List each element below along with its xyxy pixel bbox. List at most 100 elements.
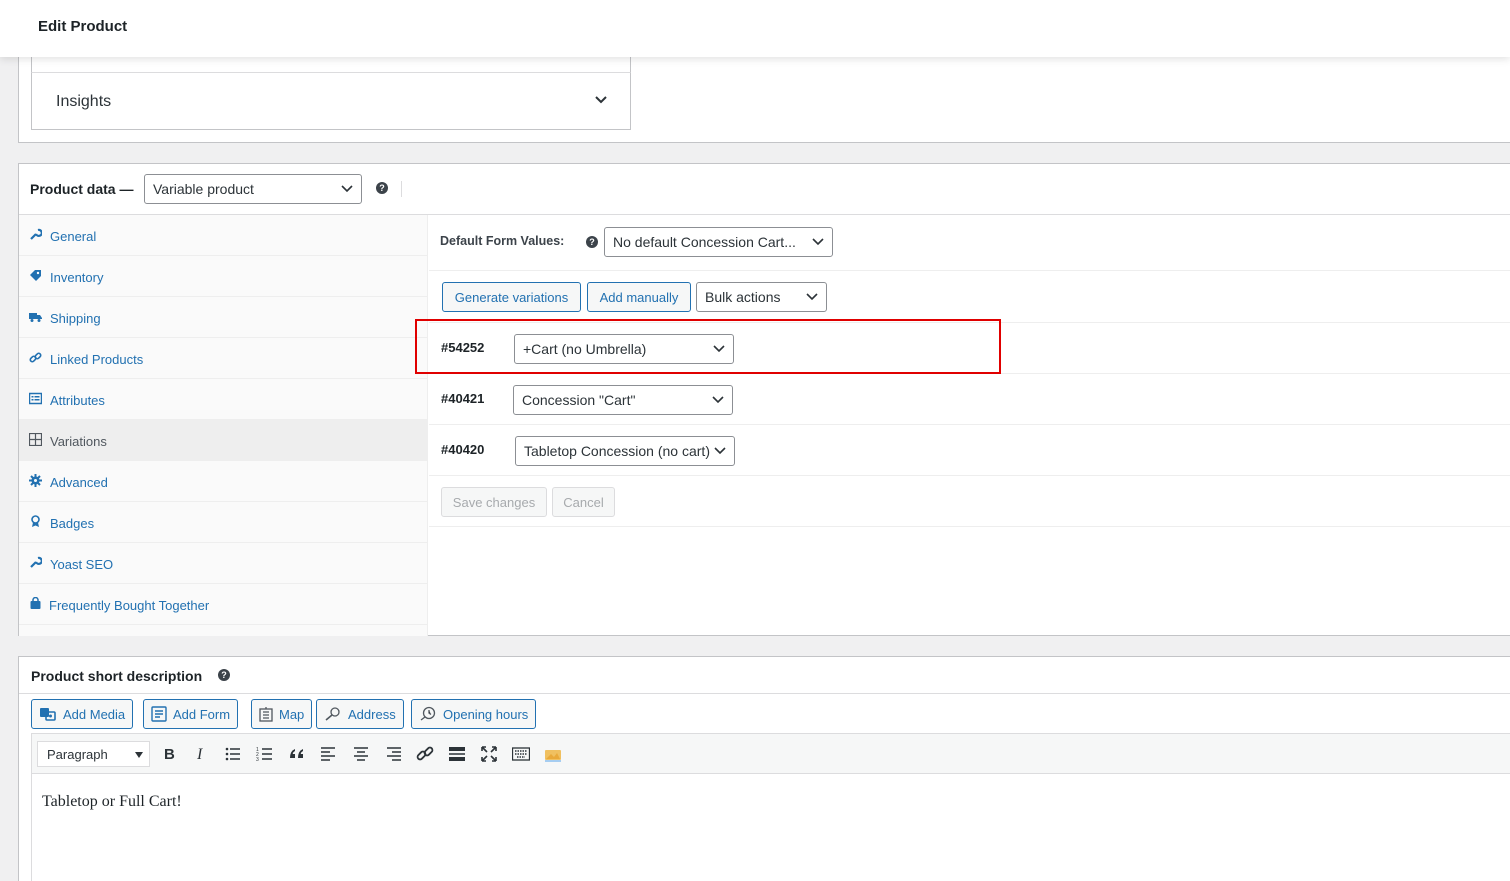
link-icon <box>29 352 42 363</box>
wrench-icon <box>30 228 42 240</box>
tab-variations[interactable]: Variations <box>19 420 428 461</box>
truck-icon <box>29 313 42 322</box>
variations-panel: Default Form Values: ? No default Conces… <box>429 215 1510 636</box>
align-left-icon[interactable] <box>320 745 338 763</box>
editor-content[interactable]: Tabletop or Full Cart! <box>42 793 182 811</box>
address-icon <box>325 707 340 721</box>
default-form-values-value: No default Concession Cart... <box>613 234 796 250</box>
variation-row: #40420 Tabletop Concession (no cart) <box>429 425 1510 476</box>
chevron-down-icon <box>713 345 725 353</box>
divider <box>401 181 402 197</box>
variation-id: #40421 <box>441 391 485 406</box>
tab-label: Advanced <box>50 475 108 490</box>
default-form-values-label: Default Form Values: <box>440 234 565 248</box>
map-label: Map <box>279 706 305 722</box>
product-data-title: Product data — <box>30 181 134 197</box>
blockquote-icon[interactable] <box>288 745 306 763</box>
svg-text:B: B <box>164 746 175 763</box>
save-row: Save changes Cancel <box>429 476 1510 527</box>
variation-attribute-select[interactable]: Concession "Cart" <box>513 385 733 415</box>
bold-icon[interactable]: B <box>160 745 178 763</box>
variation-row: #40421 Concession "Cart" <box>429 374 1510 425</box>
product-data-tabs: General Inventory Shipping Linked Produc… <box>19 215 428 636</box>
save-changes-button[interactable]: Save changes <box>441 487 547 517</box>
short-description-header: Product short description ? <box>19 657 1510 694</box>
product-data-panel: Product data — Variable product ? Genera… <box>18 163 1510 636</box>
variation-id: #54252 <box>441 340 485 355</box>
opening-hours-label: Opening hours <box>443 706 529 722</box>
italic-icon[interactable]: I <box>192 745 210 763</box>
variation-attribute-value: +Cart (no Umbrella) <box>523 341 647 357</box>
variation-id: #40420 <box>441 442 485 457</box>
chevron-down-icon <box>341 185 353 193</box>
align-center-icon[interactable] <box>352 745 370 763</box>
bulk-actions-select[interactable]: Bulk actions <box>696 282 827 312</box>
editor-toolbar: Paragraph B I 123 <box>32 734 1510 774</box>
tab-advanced[interactable]: Advanced <box>19 461 428 502</box>
svg-text:3: 3 <box>256 757 259 763</box>
format-select[interactable]: Paragraph <box>37 741 150 767</box>
address-button[interactable]: Address <box>316 699 404 729</box>
media-icon <box>40 708 56 721</box>
numbered-list-icon[interactable]: 123 <box>256 745 274 763</box>
bullet-list-icon[interactable] <box>224 745 242 763</box>
read-more-icon[interactable] <box>448 745 466 763</box>
product-data-header: Product data — Variable product ? <box>19 164 1510 215</box>
add-form-button[interactable]: Add Form <box>143 699 239 729</box>
default-form-values-row: Default Form Values: ? No default Conces… <box>429 215 1510 271</box>
map-icon <box>259 707 273 722</box>
clock-icon <box>420 706 436 721</box>
default-form-values-select[interactable]: No default Concession Cart... <box>604 227 833 257</box>
plugin-image-icon[interactable] <box>544 745 562 763</box>
tab-label: Inventory <box>50 270 104 285</box>
bulk-actions-value: Bulk actions <box>705 289 781 305</box>
product-type-value: Variable product <box>153 181 254 197</box>
tab-general[interactable]: General <box>19 215 428 256</box>
tab-attributes[interactable]: Attributes <box>19 379 428 420</box>
tab-label: Linked Products <box>50 352 144 367</box>
award-icon <box>31 515 40 527</box>
help-icon[interactable]: ? <box>376 182 388 194</box>
chevron-down-icon <box>595 96 607 104</box>
tab-yoast-seo[interactable]: Yoast SEO <box>19 543 428 584</box>
variation-attribute-select[interactable]: +Cart (no Umbrella) <box>514 334 734 364</box>
short-description-title: Product short description <box>31 668 203 684</box>
format-value: Paragraph <box>47 747 108 762</box>
top-bar: Edit Product <box>0 0 1510 57</box>
opening-hours-button[interactable]: Opening hours <box>411 699 537 729</box>
chevron-down-icon <box>812 238 824 246</box>
insights-accordion[interactable]: Insights <box>31 72 631 130</box>
tab-linked-products[interactable]: Linked Products <box>19 338 428 379</box>
variation-attribute-value: Concession "Cart" <box>522 392 636 408</box>
tab-label: General <box>50 229 97 244</box>
keyboard-icon[interactable] <box>512 745 530 763</box>
grid-icon <box>29 433 42 446</box>
gear-icon <box>29 474 42 487</box>
variation-attribute-value: Tabletop Concession (no cart) <box>524 443 710 459</box>
tab-frequently-bought-together[interactable]: Frequently Bought Together <box>19 584 428 625</box>
align-right-icon[interactable] <box>384 745 402 763</box>
link-icon[interactable] <box>416 745 434 763</box>
page-title: Edit Product <box>38 18 128 35</box>
variation-attribute-select[interactable]: Tabletop Concession (no cart) <box>515 436 735 466</box>
chevron-down-icon <box>714 447 726 455</box>
map-button[interactable]: Map <box>251 699 313 729</box>
tab-shipping[interactable]: Shipping <box>19 297 428 338</box>
add-media-label: Add Media <box>63 706 126 722</box>
chevron-down-icon <box>806 293 818 301</box>
add-manually-button[interactable]: Add manually <box>587 282 691 312</box>
generate-variations-button[interactable]: Generate variations <box>442 282 581 312</box>
add-media-button[interactable]: Add Media <box>31 699 134 729</box>
cancel-button[interactable]: Cancel <box>552 487 615 517</box>
product-type-select[interactable]: Variable product <box>144 174 362 204</box>
variation-row: #54252 +Cart (no Umbrella) <box>429 323 1510 374</box>
short-description-editor: Paragraph B I 123 Tabletop or Full Cart! <box>31 733 1510 881</box>
fullscreen-icon[interactable] <box>480 745 498 763</box>
tab-inventory[interactable]: Inventory <box>19 256 428 297</box>
help-icon[interactable]: ? <box>218 669 230 681</box>
tab-label: Shipping <box>50 311 101 326</box>
form-icon <box>151 706 167 722</box>
help-icon[interactable]: ? <box>586 236 598 248</box>
wrench-icon <box>30 556 42 568</box>
tab-badges[interactable]: Badges <box>19 502 428 543</box>
